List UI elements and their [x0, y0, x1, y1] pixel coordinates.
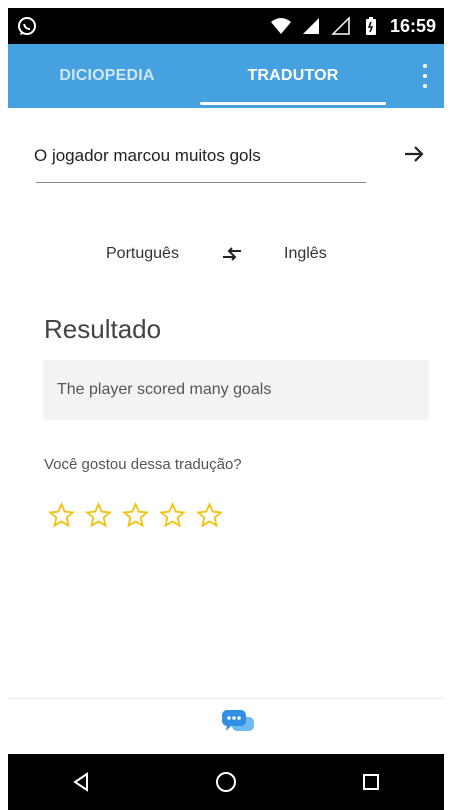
tab-tradutor[interactable]: TRADUTOR	[200, 44, 386, 108]
input-row	[34, 134, 428, 190]
feedback-question: Você gostou dessa tradução?	[44, 456, 242, 473]
tab-tradutor-label: TRADUTOR	[247, 67, 339, 84]
translator-content: Português Inglês Resultado The player sc…	[8, 108, 444, 698]
tab-diciopedia-label: DICIOPEDIA	[59, 67, 155, 84]
star-5-icon[interactable]	[196, 501, 223, 529]
system-nav-bar	[8, 754, 444, 810]
status-right: 16:59	[270, 15, 436, 37]
top-app-bar: DICIOPEDIA TRADUTOR	[8, 44, 444, 108]
star-1-icon[interactable]	[48, 501, 75, 529]
menu-dot	[423, 84, 427, 88]
input-underline	[36, 182, 366, 183]
result-text: The player scored many goals	[57, 381, 272, 398]
active-tab-indicator	[200, 102, 386, 105]
source-language[interactable]: Português	[106, 234, 206, 274]
rating-stars	[48, 500, 248, 530]
swap-icon[interactable]	[218, 240, 246, 268]
back-icon[interactable]	[61, 762, 101, 802]
bottom-action-bar	[8, 698, 444, 754]
whatsapp-icon	[16, 15, 38, 37]
battery-icon	[360, 15, 382, 37]
source-text-input[interactable]	[34, 134, 364, 178]
star-4-icon[interactable]	[159, 501, 186, 529]
tab-diciopedia[interactable]: DICIOPEDIA	[28, 44, 186, 108]
recents-icon[interactable]	[351, 762, 391, 802]
arrow-right-icon[interactable]	[400, 140, 428, 168]
status-time: 16:59	[389, 15, 436, 36]
signal-icon	[300, 15, 322, 37]
menu-dot	[423, 64, 427, 68]
result-box: The player scored many goals	[43, 360, 429, 420]
home-icon[interactable]	[206, 762, 246, 802]
chat-bubbles-icon[interactable]	[216, 707, 260, 735]
language-row: Português Inglês	[8, 234, 444, 274]
wifi-icon	[270, 15, 292, 37]
star-2-icon[interactable]	[85, 501, 112, 529]
result-title: Resultado	[44, 314, 162, 344]
more-vert-icon[interactable]	[420, 64, 430, 88]
star-3-icon[interactable]	[122, 501, 149, 529]
menu-dot	[423, 74, 427, 78]
status-left	[16, 15, 38, 37]
app-screen: 16:59 DICIOPEDIA TRADUTOR O jogador marc…	[8, 8, 444, 810]
target-language[interactable]: Inglês	[284, 234, 364, 274]
source-language-label: Português	[106, 245, 179, 262]
status-bar: 16:59	[8, 8, 444, 44]
target-language-label: Inglês	[284, 245, 327, 262]
empty-signal-icon	[330, 15, 352, 37]
